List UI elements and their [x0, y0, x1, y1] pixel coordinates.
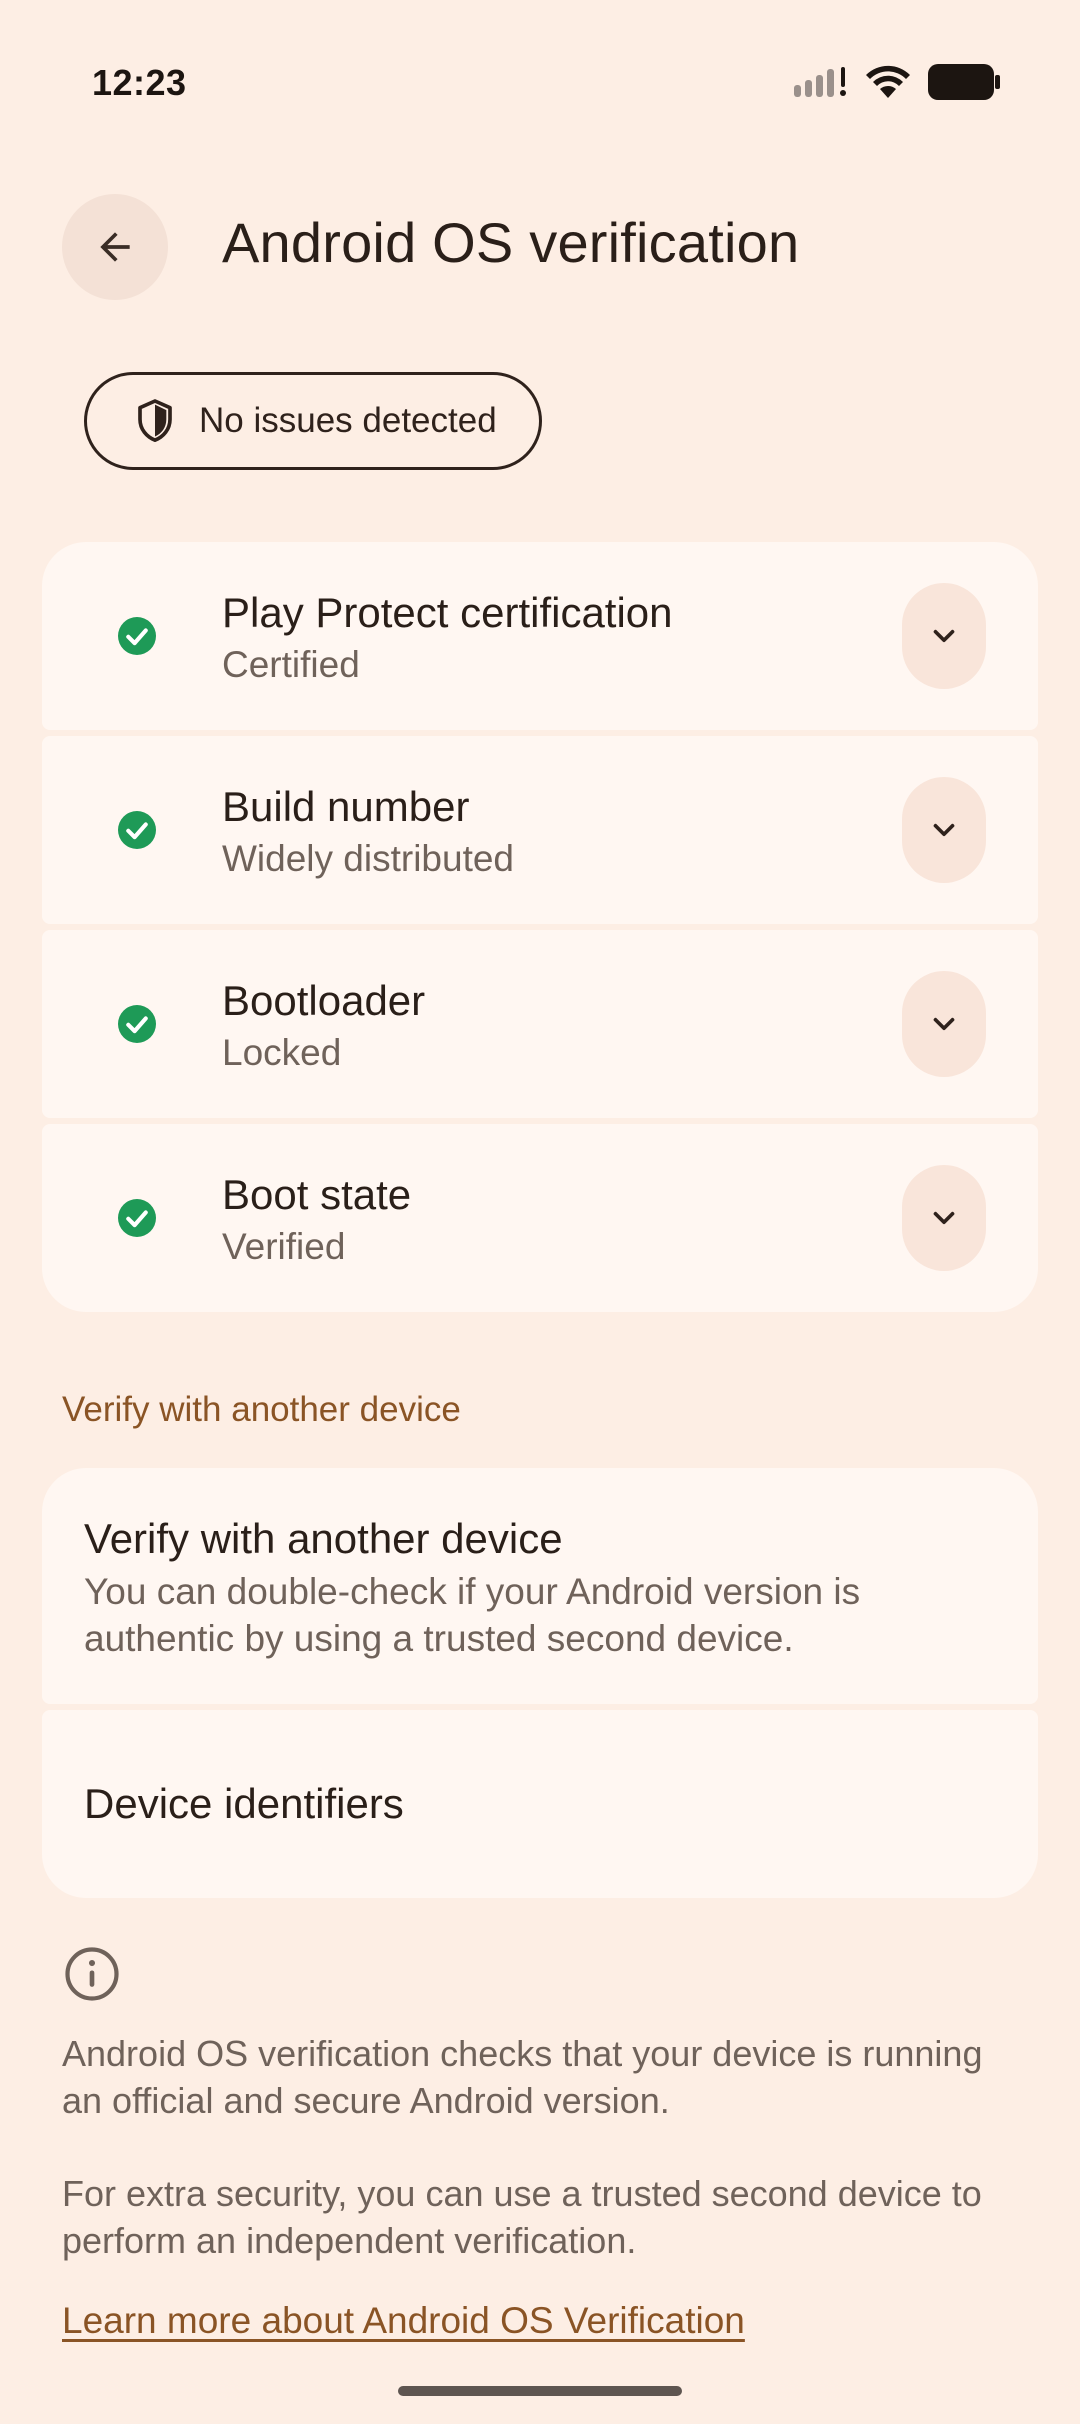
- screen: 12:23 Android OS verification No issues …: [0, 0, 1080, 2424]
- device-identifiers-label: Device identifiers: [84, 1780, 404, 1827]
- check-title: Play Protect certification: [222, 589, 673, 636]
- status-chip-label: No issues detected: [199, 401, 497, 440]
- status-chip[interactable]: No issues detected: [84, 372, 542, 470]
- check-circle-icon: [118, 1005, 156, 1043]
- verify-item-description: You can double-check if your Android ver…: [84, 1571, 861, 1659]
- info-icon: [65, 1947, 119, 2001]
- check-circle-icon: [118, 1199, 156, 1237]
- signal-icon: [794, 67, 848, 97]
- check-title: Build number: [222, 783, 470, 830]
- expand-button[interactable]: [902, 583, 986, 689]
- check-title: Boot state: [222, 1171, 412, 1218]
- check-row-text: Bootloader Locked: [222, 974, 425, 1078]
- wifi-icon: [866, 65, 910, 99]
- home-indicator[interactable]: [398, 2386, 682, 2396]
- check-row-text: Play Protect certification Certified: [222, 586, 673, 690]
- chevron-down-icon: [933, 823, 955, 837]
- chevron-down-icon: [933, 629, 955, 643]
- info-paragraph-2: For extra security, you can use a truste…: [62, 2173, 982, 2261]
- page-title: Android OS verification: [222, 211, 800, 274]
- verify-with-another-device-item[interactable]: Verify with another device You can doubl…: [42, 1468, 1038, 1704]
- info-paragraph-1: Android OS verification checks that your…: [62, 2033, 983, 2121]
- check-circle-icon: [118, 811, 156, 849]
- check-status: Widely distributed: [222, 838, 515, 879]
- checks-list: Play Protect certification Certified Bui…: [42, 542, 1038, 1312]
- expand-button[interactable]: [902, 777, 986, 883]
- status-time: 12:23: [92, 62, 187, 103]
- chevron-down-icon: [933, 1211, 955, 1225]
- device-identifiers-item[interactable]: Device identifiers: [42, 1710, 1038, 1898]
- check-status: Verified: [222, 1226, 346, 1267]
- check-row-build-number[interactable]: Build number Widely distributed: [42, 736, 1038, 924]
- check-row-text: Boot state Verified: [222, 1168, 411, 1272]
- arrow-back-icon: [100, 232, 130, 262]
- learn-more-link[interactable]: Learn more about Android OS Verification: [62, 2300, 745, 2342]
- expand-button[interactable]: [902, 1165, 986, 1271]
- back-button[interactable]: [62, 194, 168, 300]
- check-status: Certified: [222, 644, 360, 685]
- battery-icon: [928, 64, 1000, 100]
- shield-icon: [138, 399, 172, 442]
- check-row-text: Build number Widely distributed: [222, 780, 514, 884]
- check-row-boot-state[interactable]: Boot state Verified: [42, 1124, 1038, 1312]
- verify-group: Verify with another device You can doubl…: [42, 1468, 1038, 1898]
- check-title: Bootloader: [222, 977, 426, 1024]
- section-header-verify: Verify with another device: [62, 1390, 461, 1429]
- expand-button[interactable]: [902, 971, 986, 1077]
- check-status: Locked: [222, 1032, 342, 1073]
- status-icons: [794, 64, 1000, 100]
- check-row-play-protect[interactable]: Play Protect certification Certified: [42, 542, 1038, 730]
- check-circle-icon: [118, 617, 156, 655]
- chevron-down-icon: [933, 1017, 955, 1031]
- verify-item-title: Verify with another device: [84, 1515, 563, 1562]
- check-row-bootloader[interactable]: Bootloader Locked: [42, 930, 1038, 1118]
